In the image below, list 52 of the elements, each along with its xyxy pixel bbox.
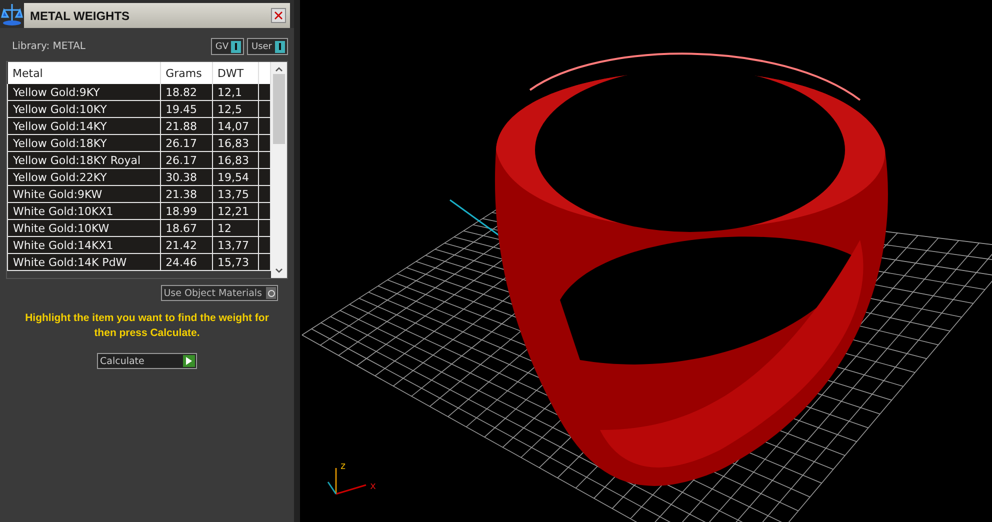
table-cell: 26.17 [160, 134, 212, 152]
table-cell: 26.17 [160, 152, 212, 168]
table-cell: 14,07 [212, 118, 259, 134]
table-cell: 13,77 [212, 236, 259, 254]
table-cell: White Gold:9KW [8, 186, 160, 202]
column-header[interactable]: Grams [160, 62, 212, 84]
table-cell: White Gold:10KX1 [8, 202, 160, 220]
table-cell: 21.38 [160, 186, 212, 202]
window-title: METAL WEIGHTS [30, 8, 130, 22]
table-cell: 18.67 [160, 220, 212, 236]
table-cell: 12,21 [212, 202, 259, 220]
use-object-materials-toggle[interactable]: Use Object Materials [160, 285, 278, 301]
table-cell: Yellow Gold:22KY [8, 168, 160, 186]
table-cell: 12,1 [212, 84, 259, 100]
table-cell: 13,75 [212, 186, 259, 202]
scrollbar[interactable] [271, 62, 287, 278]
column-header[interactable]: DWT [212, 62, 259, 84]
table-cell: 21.88 [160, 118, 212, 134]
column-header[interactable]: Metal [8, 62, 160, 84]
table-cell: 21.42 [160, 236, 212, 254]
close-icon [274, 11, 283, 20]
table-cell: 19.45 [160, 100, 212, 118]
table-cell: White Gold:14K PdW [8, 254, 160, 270]
scale-icon [1, 2, 23, 26]
library-label: Library: METAL [12, 41, 86, 52]
table-cell: Yellow Gold:18KY Royal [8, 152, 160, 168]
table-cell: 15,73 [212, 254, 259, 270]
table-cell: White Gold:14KX1 [8, 236, 160, 254]
table-cell: 16,83 [212, 134, 259, 152]
table-cell: 12 [212, 220, 259, 236]
axis-label: z [340, 461, 346, 472]
scroll-down-icon[interactable] [275, 268, 284, 274]
calculate-button[interactable]: Calculate [97, 353, 197, 369]
toggle-switch[interactable]: GV [211, 38, 244, 55]
scroll-up-icon[interactable] [275, 66, 284, 72]
table-cell: Yellow Gold:18KY [8, 134, 160, 152]
table-cell: 18.99 [160, 202, 212, 220]
toggle-switch[interactable]: User [247, 38, 288, 55]
table-cell: 24.46 [160, 254, 212, 270]
play-icon [186, 357, 192, 365]
table-cell: 16,83 [212, 152, 259, 168]
table-cell: 19,54 [212, 168, 259, 186]
close-button[interactable] [271, 8, 286, 23]
table-cell: Yellow Gold:14KY [8, 118, 160, 134]
instruction-text: Highlight the item you want to find the weight for then press Calculate. [24, 311, 270, 341]
table-cell: Yellow Gold:10KY [8, 100, 160, 118]
table-cell: Yellow Gold:9KY [8, 84, 160, 100]
table-cell: White Gold:10KW [8, 220, 160, 236]
axis-label: x [370, 481, 376, 492]
table-cell: 30.38 [160, 168, 212, 186]
table-cell: 18.82 [160, 84, 212, 100]
table-cell: 12,5 [212, 100, 259, 118]
